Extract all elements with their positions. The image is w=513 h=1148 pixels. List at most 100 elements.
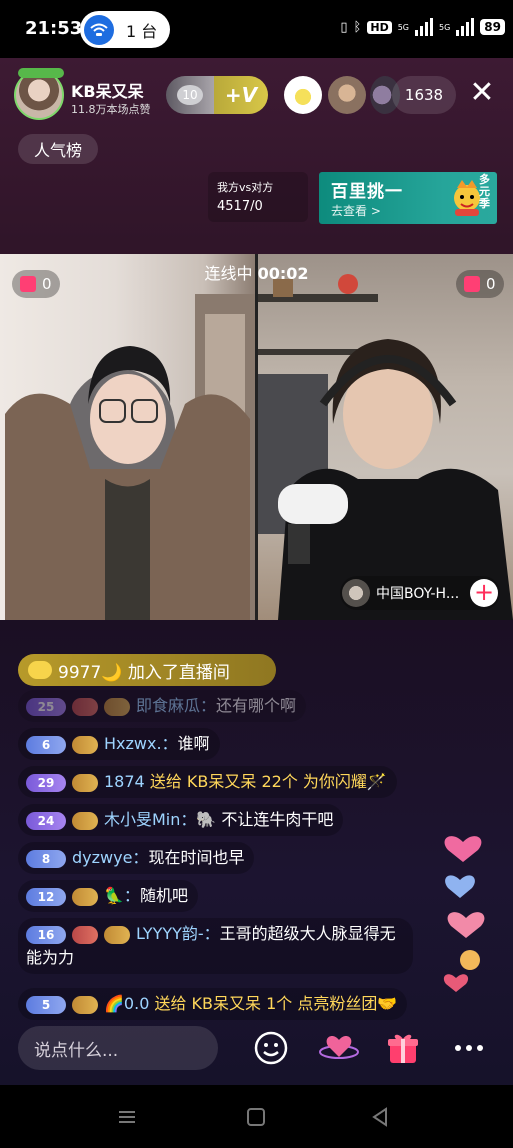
banner-title: 百里挑一 bbox=[331, 182, 403, 202]
chat-message[interactable]: 29 1874 送给 KB呆又呆 22个 为你闪耀🪄 bbox=[18, 766, 397, 798]
live-room: KB呆又呆 11.8万本场点赞 10 +V 1638 ✕ 人气榜 我方vs对方 … bbox=[0, 58, 513, 1085]
level-badge: 8 bbox=[26, 849, 66, 868]
chat-username[interactable]: 🦜： bbox=[104, 886, 140, 905]
status-icons: ▯ ᛒ HD 5G 5G 89 bbox=[340, 18, 505, 36]
fan-badge bbox=[72, 887, 98, 906]
network-label-2: 5G bbox=[439, 22, 451, 32]
join-notice: 9977🌙 加入了直播间 bbox=[18, 654, 276, 686]
chat-username[interactable]: LYYYY韵-： bbox=[136, 924, 220, 943]
viewer-avatar[interactable] bbox=[328, 76, 366, 114]
score-icon bbox=[20, 276, 36, 292]
chat-text: 随机吧 bbox=[139, 886, 188, 905]
fan-badge-icon bbox=[28, 661, 52, 679]
fan-badge bbox=[72, 697, 98, 716]
level-badge: 29 bbox=[26, 773, 66, 792]
host-camera[interactable] bbox=[0, 254, 255, 620]
home-icon[interactable] bbox=[244, 1105, 268, 1129]
battery-level: 89 bbox=[480, 19, 505, 35]
guest-camera[interactable] bbox=[258, 254, 513, 620]
system-nav-bar bbox=[0, 1085, 513, 1148]
chat-message[interactable]: 6 Hxzwx.：谁啊 bbox=[18, 728, 220, 760]
heart-fan-button[interactable]: 10 bbox=[166, 76, 214, 114]
floating-hearts-icon bbox=[443, 836, 485, 992]
host-score: 0 bbox=[42, 275, 52, 293]
fan-badge bbox=[72, 995, 98, 1014]
level-badge: 25 bbox=[26, 697, 66, 716]
guest-name: 中国BOY-H... bbox=[376, 586, 460, 602]
hd-badge: HD bbox=[367, 20, 392, 34]
pk-label: 我方vs对方 bbox=[217, 181, 274, 194]
fan-badge bbox=[72, 925, 98, 944]
gift-icon[interactable] bbox=[382, 1027, 424, 1069]
level-badge: 12 bbox=[26, 887, 66, 906]
guest-score: 0 bbox=[486, 275, 496, 293]
vibrate-icon: ▯ bbox=[340, 19, 348, 35]
host-video-frame bbox=[5, 294, 255, 620]
menu-icon[interactable] bbox=[115, 1105, 139, 1129]
level-badge: 6 bbox=[26, 735, 66, 754]
chat-message[interactable]: 5 🌈0.0 送给 KB呆又呆 1个 点亮粉丝团🤝 bbox=[18, 988, 408, 1020]
chat-list[interactable]: 25 即食麻瓜：还有哪个啊 6 Hxzwx.：谁啊 29 1874 送给 KB呆又呆 … bbox=[18, 690, 448, 1026]
banner-subtitle[interactable]: 去查看 > bbox=[331, 202, 381, 219]
popularity-rank-button[interactable]: 人气榜 bbox=[18, 134, 98, 164]
chat-message[interactable]: 12 🦜：随机吧 bbox=[18, 880, 198, 912]
follow-guest-button[interactable]: + bbox=[470, 579, 498, 607]
back-icon[interactable] bbox=[368, 1105, 392, 1129]
level-badge: 24 bbox=[26, 811, 66, 830]
chat-message[interactable]: 16 LYYYY韵-：王哥的超级大人脉显得无能为力 bbox=[18, 918, 413, 974]
heart-count: 10 bbox=[177, 85, 203, 105]
video-area[interactable]: 连线中 00:02 0 0 中国BOY-H... + bbox=[0, 254, 513, 620]
host-score-chip: 0 bbox=[12, 270, 60, 298]
host-name: KB呆又呆 bbox=[71, 82, 144, 101]
bluetooth-icon: ᛒ bbox=[353, 19, 362, 35]
chat-username[interactable]: 木小旻Min： bbox=[104, 810, 196, 829]
heart-planet-icon[interactable] bbox=[318, 1027, 360, 1069]
status-time: 21:53 bbox=[25, 18, 83, 39]
more-icon[interactable] bbox=[448, 1027, 490, 1069]
chat-username[interactable]: 即食麻瓜： bbox=[136, 696, 216, 715]
chat-username[interactable]: Hxzwx.： bbox=[104, 734, 178, 753]
pk-score-box[interactable]: 我方vs对方 4517/0 bbox=[208, 172, 308, 222]
viewer-count[interactable]: 1638 bbox=[392, 76, 456, 114]
network-label: 5G bbox=[397, 22, 409, 32]
chat-text: 谁啊 bbox=[177, 734, 210, 753]
chat-message[interactable]: 25 即食麻瓜：还有哪个啊 bbox=[18, 690, 307, 722]
host-avatar[interactable] bbox=[14, 68, 64, 120]
pk-score: 4517/0 bbox=[217, 199, 263, 214]
gift-text: 送给 KB呆又呆 1个 点亮粉丝团🤝 bbox=[154, 994, 398, 1013]
hotspot-label: 1 台 bbox=[126, 21, 158, 41]
chat-text: 还有哪个啊 bbox=[216, 696, 297, 715]
vplus-button[interactable]: +V bbox=[214, 76, 268, 114]
wifi-hotspot-icon bbox=[84, 14, 114, 45]
chat-message[interactable]: 8 dyzwye：现在时间也早 bbox=[18, 842, 255, 874]
guest-tag[interactable]: 中国BOY-H... + bbox=[340, 576, 500, 610]
emoji-icon[interactable] bbox=[250, 1027, 292, 1069]
signal-icon-2 bbox=[456, 18, 475, 36]
close-icon[interactable]: ✕ bbox=[466, 78, 498, 110]
event-banner[interactable]: 百里挑一 去查看 > 多元季 bbox=[319, 172, 497, 224]
comment-input[interactable]: 说点什么... bbox=[18, 1026, 218, 1070]
host-likes: 11.8万本场点赞 bbox=[71, 103, 151, 116]
gift-text: 送给 KB呆又呆 22个 为你闪耀🪄 bbox=[149, 772, 387, 791]
score-icon bbox=[464, 276, 480, 292]
fan-badge bbox=[72, 773, 98, 792]
fan-badge bbox=[72, 811, 98, 830]
banner-side-text: 多元季 bbox=[479, 173, 490, 210]
chat-message[interactable]: 24 木小旻Min：🐘 不让连牛肉干吧 bbox=[18, 804, 344, 836]
avatar-badge bbox=[18, 68, 64, 78]
guest-video-frame bbox=[258, 274, 513, 620]
guest-avatar[interactable] bbox=[342, 579, 370, 607]
level-badge: 5 bbox=[26, 995, 66, 1014]
host-info[interactable]: KB呆又呆 11.8万本场点赞 bbox=[14, 68, 164, 120]
link-timer: 连线中 00:02 bbox=[0, 260, 513, 284]
viewer-avatar[interactable] bbox=[284, 76, 322, 114]
join-text: 9977🌙 加入了直播间 bbox=[58, 662, 230, 683]
fan-badge bbox=[104, 697, 130, 716]
chat-username[interactable]: 1874 bbox=[104, 772, 145, 791]
hotspot-pill[interactable]: 1 台 bbox=[80, 11, 170, 48]
signal-icon bbox=[415, 18, 433, 36]
link-time: 00:02 bbox=[257, 264, 309, 283]
chat-username[interactable]: 🌈0.0 bbox=[104, 994, 149, 1013]
chat-text: 现在时间也早 bbox=[148, 848, 245, 867]
chat-username[interactable]: dyzwye： bbox=[72, 848, 148, 867]
